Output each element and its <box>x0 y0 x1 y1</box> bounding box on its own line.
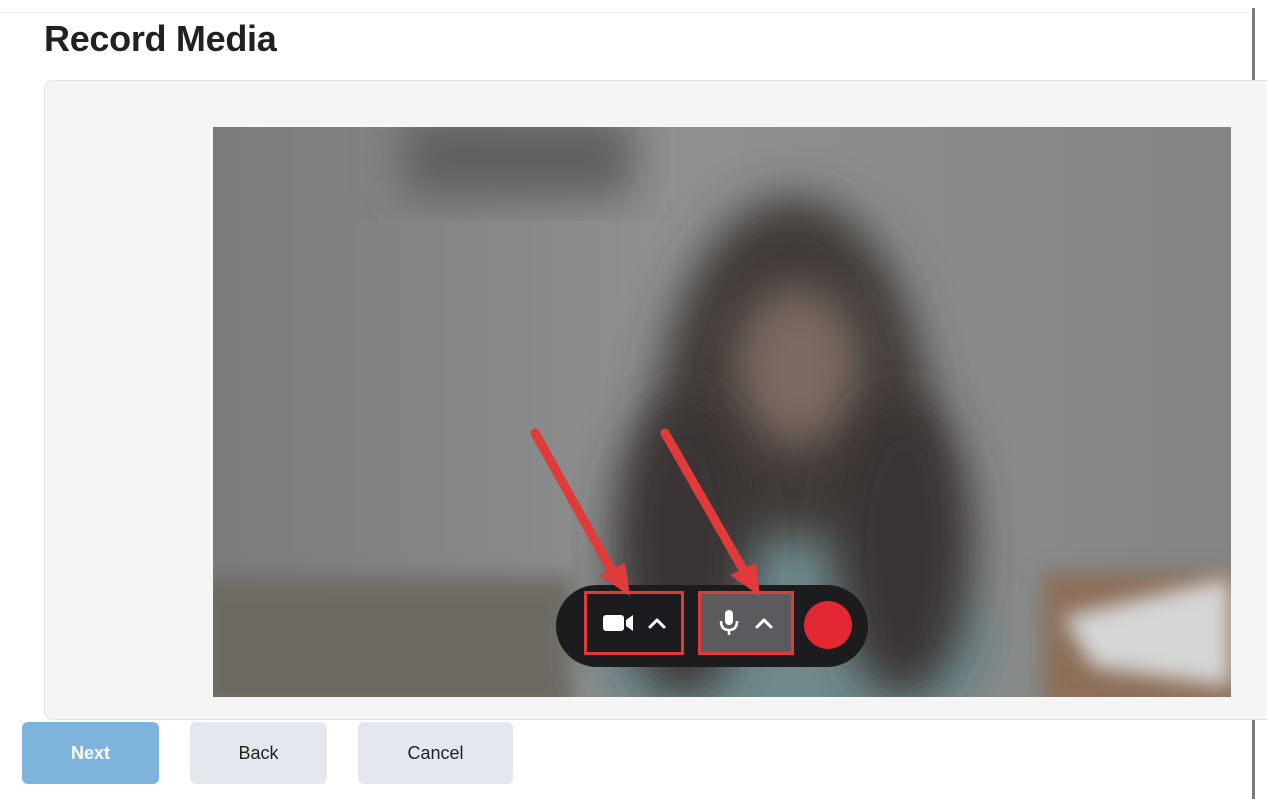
mic-menu-chevron-up-icon[interactable] <box>754 616 774 630</box>
camera-menu-chevron-up-icon[interactable] <box>647 616 667 630</box>
page-title: Record Media <box>44 18 277 59</box>
video-camera-icon[interactable] <box>602 612 638 634</box>
next-button[interactable]: Next <box>22 722 159 784</box>
camera-control[interactable] <box>584 591 684 655</box>
back-button[interactable]: Back <box>190 722 327 784</box>
record-button[interactable] <box>804 601 852 649</box>
top-edge <box>0 0 1252 13</box>
record-media-page: Record Media Next Back Cancel <box>0 0 1267 799</box>
microphone-control[interactable] <box>698 591 794 655</box>
microphone-icon[interactable] <box>718 608 740 638</box>
cancel-button[interactable]: Cancel <box>358 722 513 784</box>
